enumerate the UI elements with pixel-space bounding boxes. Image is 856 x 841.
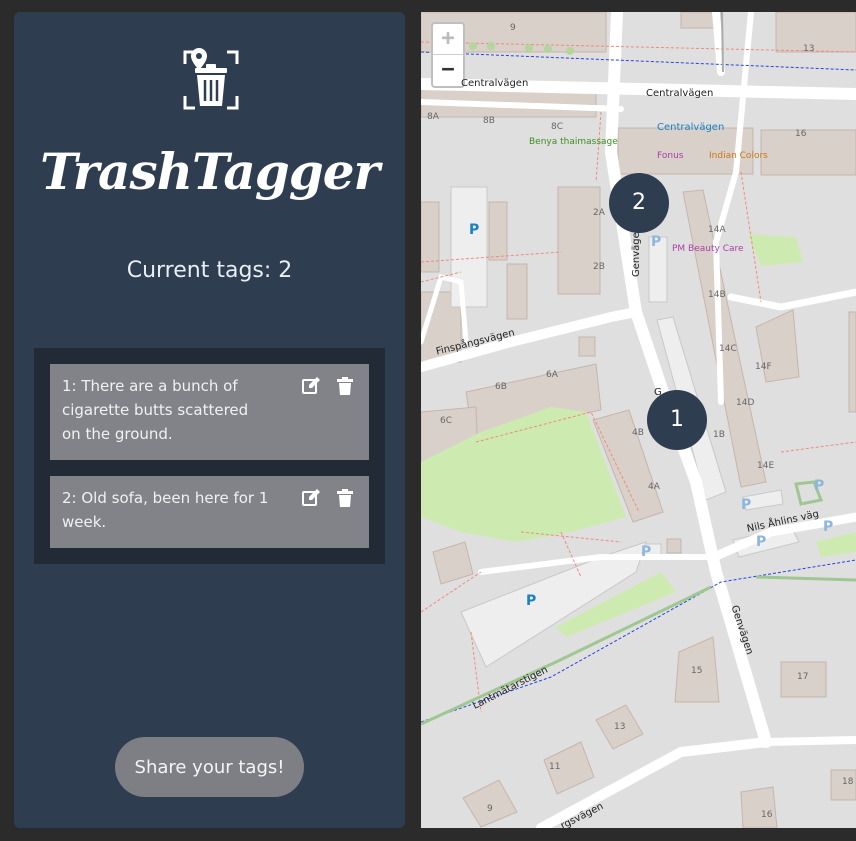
house-number: 1B — [713, 430, 725, 440]
tag-marker-2[interactable]: 2 — [609, 173, 669, 233]
parking-icon: P — [469, 222, 480, 238]
app-title: TrashTagger — [40, 142, 380, 201]
delete-icon[interactable] — [335, 376, 355, 396]
delete-icon[interactable] — [335, 488, 355, 508]
map[interactable]: + − Centralvägen Centralvägen Centralväg… — [421, 12, 856, 828]
house-number: 6A — [546, 370, 558, 380]
parking-icon: P — [651, 234, 662, 250]
house-number: 13 — [614, 722, 626, 732]
poi-label: Benya thaimassage — [529, 137, 618, 147]
street-label: Centralvägen — [646, 88, 714, 99]
parking-icon: P — [823, 519, 834, 535]
house-number: 14B — [708, 290, 726, 300]
house-number: 14C — [719, 344, 737, 354]
tag-text: 1: There are a bunch of cigarette butts … — [62, 377, 249, 443]
tag-item: 2: Old sofa, been here for 1 week. — [50, 476, 369, 548]
bus-stop-label: Centralvägen — [657, 122, 725, 133]
zoom-control: + − — [431, 22, 465, 88]
sidebar: TrashTagger Current tags: 2 1: There are… — [14, 12, 405, 828]
share-button[interactable]: Share your tags! — [115, 737, 304, 797]
parking-icon: P — [526, 593, 537, 609]
tag-marker-1[interactable]: 1 — [647, 390, 707, 450]
house-number: 8B — [483, 116, 495, 126]
house-number: 2B — [593, 262, 605, 272]
house-number: 14F — [755, 362, 772, 372]
house-number: 8C — [551, 122, 564, 132]
house-number: 17 — [797, 672, 809, 682]
house-number: 14D — [736, 398, 755, 408]
house-number: 11 — [549, 762, 561, 772]
house-number: 15 — [691, 666, 703, 676]
tag-list: 1: There are a bunch of cigarette butts … — [34, 348, 385, 564]
edit-icon[interactable] — [301, 488, 321, 508]
poi-label: Indian Colors — [709, 151, 768, 161]
house-number: 13 — [803, 44, 815, 54]
tag-text: 2: Old sofa, been here for 1 week. — [62, 489, 269, 531]
edit-icon[interactable] — [301, 376, 321, 396]
house-number: 4B — [632, 428, 644, 438]
zoom-in-button[interactable]: + — [433, 24, 463, 55]
parking-icon: P — [741, 497, 752, 513]
street-label: Centralvägen — [461, 78, 529, 89]
house-number: 14A — [708, 225, 726, 235]
tag-actions — [301, 376, 355, 396]
parking-icon: P — [641, 544, 652, 560]
street-label: Genväge — [631, 232, 642, 277]
house-number: 6B — [495, 382, 507, 392]
house-number: 18 — [842, 777, 854, 787]
house-number: 16 — [761, 810, 773, 820]
tag-count: Current tags: 2 — [126, 258, 293, 283]
poi-label: PM Beauty Care — [672, 244, 744, 254]
house-number: 2A — [593, 208, 605, 218]
parking-icon: P — [814, 478, 825, 494]
house-number: 14E — [757, 461, 775, 471]
tag-actions — [301, 488, 355, 508]
parking-icon: P — [756, 534, 767, 550]
house-number: 6C — [440, 416, 453, 426]
trash-location-icon — [183, 48, 239, 110]
poi-label: Fonus — [657, 151, 684, 161]
house-number: 4A — [648, 482, 660, 492]
house-number: 16 — [795, 129, 807, 139]
house-number: 9 — [510, 23, 516, 33]
zoom-out-button[interactable]: − — [433, 55, 463, 86]
house-number: 8A — [427, 112, 439, 122]
house-number: 9 — [487, 804, 493, 814]
tag-item: 1: There are a bunch of cigarette butts … — [50, 364, 369, 460]
